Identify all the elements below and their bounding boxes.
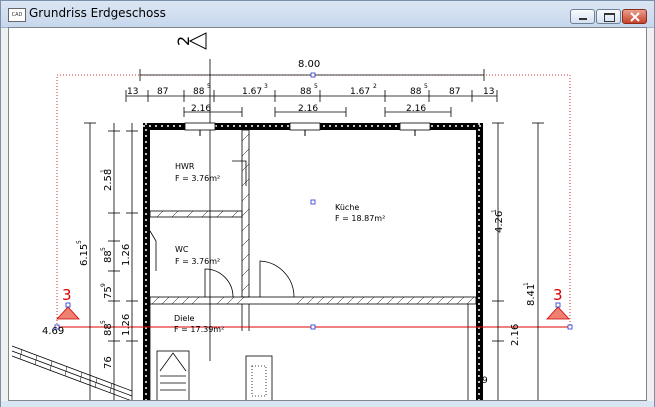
close-icon xyxy=(630,12,640,22)
dim-label: 5 xyxy=(314,83,318,90)
section-marker-left[interactable] xyxy=(56,306,80,320)
dim-label: 13 xyxy=(483,87,494,97)
dim-label: 87 xyxy=(449,87,460,97)
section-marker-right[interactable] xyxy=(546,306,570,320)
cad-window: CAD Grundriss Erdgeschoss 8.00 13 87 88 … xyxy=(0,0,655,407)
doors xyxy=(149,160,295,298)
dim-label: 5 xyxy=(100,320,107,324)
terrain-hatching xyxy=(19,348,113,394)
room-area: F = 3.76m² xyxy=(175,174,220,183)
window-bottom-border xyxy=(1,401,654,407)
room-name[interactable]: Diele xyxy=(174,314,195,323)
dim-label: 88 xyxy=(103,323,114,336)
dim-label: 4.26 xyxy=(494,211,505,233)
minimize-button[interactable] xyxy=(570,9,595,24)
title-bar[interactable]: CAD Grundriss Erdgeschoss xyxy=(1,1,654,28)
dim-label: 2 xyxy=(373,83,377,90)
dim-label: 88 xyxy=(193,87,205,97)
room-area: F = 17.39m² xyxy=(174,325,224,334)
top-dim-labels: 13 87 88 5 1.67 3 88 5 1.67 2 88 5 87 13… xyxy=(127,83,494,114)
dim-label: 88 xyxy=(103,250,114,263)
dim-label: 1.26 xyxy=(121,244,132,266)
drawing-canvas[interactable]: 8.00 13 87 88 5 1.67 3 88 5 1.67 2 88 5 … xyxy=(8,27,647,401)
room-name[interactable]: Küche xyxy=(335,203,359,212)
section-label-2: 2 xyxy=(174,36,193,46)
dim-label: 76 xyxy=(103,356,114,369)
dim-label: 5 xyxy=(424,83,428,90)
window-title: Grundriss Erdgeschoss xyxy=(29,6,166,20)
dim-label: 1.26 xyxy=(121,314,132,336)
dim-label: 2.16 xyxy=(191,104,211,114)
dim-label: 3 xyxy=(264,83,268,90)
dim-label: 88 xyxy=(410,87,422,97)
maximize-icon xyxy=(604,13,615,22)
left-dim-labels: 6.15 5 2.58 1 1.26 88 5 75 9 1.26 88 5 7… xyxy=(76,169,132,369)
dim-label: 5 xyxy=(76,240,83,244)
dim-offset-right: 9 xyxy=(482,376,488,386)
room-area: F = 3.76m² xyxy=(175,257,220,266)
dim-label: 1 xyxy=(523,282,530,286)
close-button[interactable] xyxy=(622,9,647,24)
dim-top-total: 8.00 xyxy=(298,59,320,70)
maximize-button[interactable] xyxy=(596,9,621,24)
dim-label: 13 xyxy=(127,87,138,97)
grip-handle[interactable] xyxy=(310,199,316,205)
grip-handle[interactable] xyxy=(310,72,316,78)
grip-handle[interactable] xyxy=(567,324,573,330)
room-name[interactable]: WC xyxy=(175,245,189,254)
section-label-3-right: 3 xyxy=(553,286,563,304)
floor-plan-drawing: 8.00 13 87 88 5 1.67 3 88 5 1.67 2 88 5 … xyxy=(11,32,573,400)
minimize-icon xyxy=(579,18,587,20)
dim-label: 88 xyxy=(300,87,312,97)
right-dimension-lines xyxy=(492,122,544,400)
dim-offset-left: 4.69 xyxy=(42,326,64,337)
grip-handle[interactable] xyxy=(310,324,316,330)
dim-label: 1 xyxy=(100,169,107,173)
room-labels: HWR F = 3.76m² WC F = 3.76m² Küche F = 1… xyxy=(174,162,385,334)
dim-label: 1 xyxy=(491,209,498,213)
dim-label: 2.16 xyxy=(510,324,521,346)
dim-label: 1.67 xyxy=(242,87,262,97)
room-area: F = 18.87m² xyxy=(335,214,385,223)
dim-label: 5 xyxy=(100,247,107,251)
dim-label: 87 xyxy=(157,87,168,97)
dim-label: 6.15 xyxy=(79,244,90,266)
dim-label: 75 xyxy=(103,286,114,299)
dim-label: 9 xyxy=(100,283,107,287)
dim-label: 8.41 xyxy=(526,284,537,306)
wall-hatching xyxy=(151,133,475,305)
dim-label: 2.16 xyxy=(406,104,426,114)
room-name[interactable]: HWR xyxy=(175,162,195,171)
section-label-3-left: 3 xyxy=(62,286,72,304)
dim-label: 1.67 xyxy=(350,87,370,97)
stair-area xyxy=(11,345,273,400)
app-icon[interactable]: CAD xyxy=(8,8,26,22)
dim-label: 2.16 xyxy=(298,104,318,114)
